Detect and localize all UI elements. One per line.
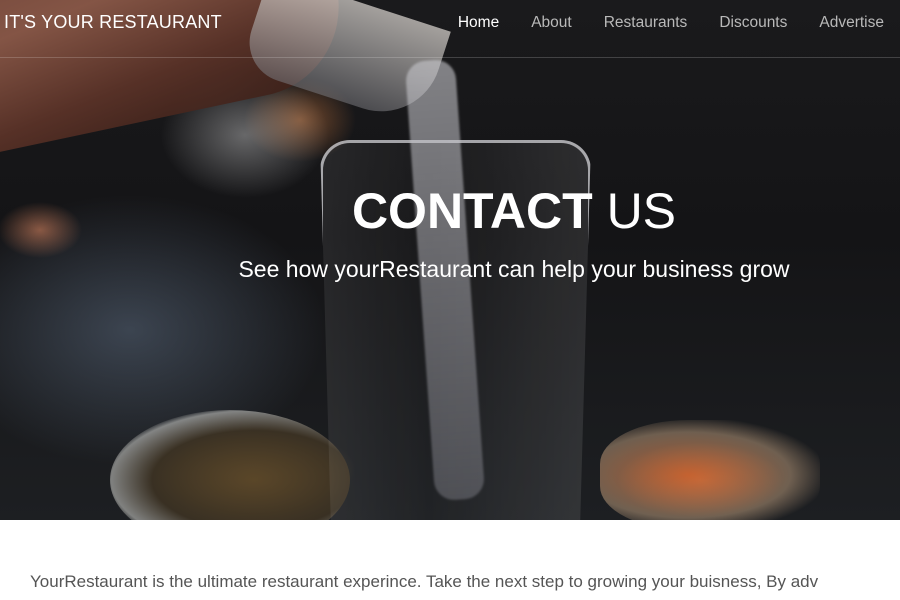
page-title-light: US bbox=[606, 183, 677, 239]
nav-item-discounts[interactable]: Discounts bbox=[719, 14, 787, 32]
nav-links: Home About Restaurants Discounts Adverti… bbox=[426, 14, 884, 32]
site-brand[interactable]: IT'S YOUR RESTAURANT bbox=[4, 12, 222, 33]
page-title: CONTACT US bbox=[0, 182, 900, 240]
top-navigation: IT'S YOUR RESTAURANT Home About Restaura… bbox=[0, 0, 900, 58]
hero-section: IT'S YOUR RESTAURANT Home About Restaura… bbox=[0, 0, 900, 520]
food-plate-image bbox=[110, 410, 350, 520]
nav-item-advertise[interactable]: Advertise bbox=[819, 14, 884, 32]
page-title-strong: CONTACT bbox=[351, 183, 593, 239]
side-dish-image bbox=[600, 420, 820, 520]
hero-subtitle: See how yourRestaurant can help your bus… bbox=[238, 256, 790, 282]
nav-item-home[interactable]: Home bbox=[458, 14, 499, 32]
nav-item-about[interactable]: About bbox=[531, 14, 572, 32]
intro-paragraph: YourRestaurant is the ultimate restauran… bbox=[30, 572, 819, 591]
nav-item-restaurants[interactable]: Restaurants bbox=[604, 14, 688, 32]
